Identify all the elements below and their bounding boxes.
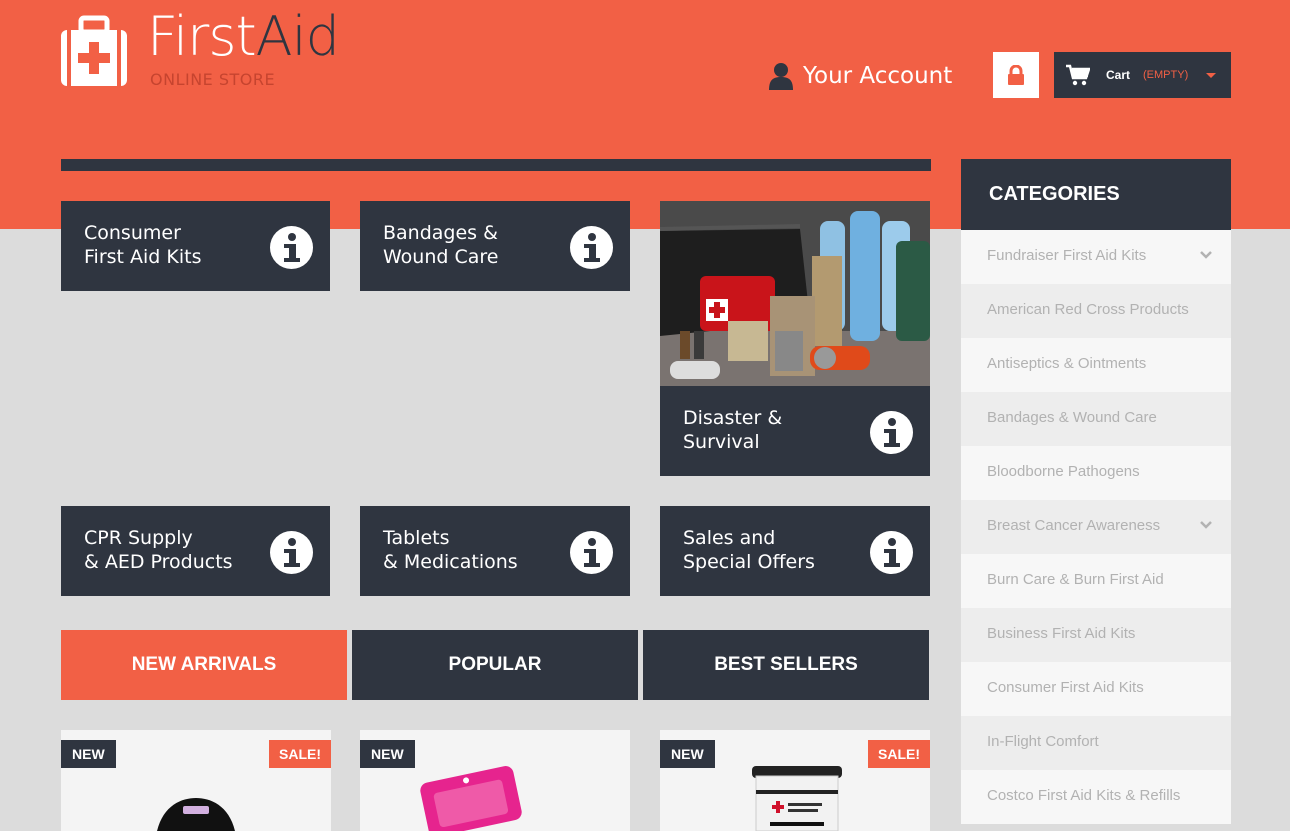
tile-label: Consumer First Aid Kits <box>84 222 202 268</box>
cart-label: Cart <box>1106 68 1131 82</box>
category-label: Fundraiser First Aid Kits <box>987 247 1147 264</box>
category-label: Burn Care & Burn First Aid <box>987 571 1164 588</box>
new-badge: NEW <box>360 740 415 768</box>
logo-title: FirstAid <box>147 5 340 68</box>
tile-tablets-medications[interactable]: Tablets & Medications <box>360 506 630 596</box>
category-item[interactable]: Fundraiser First Aid Kits <box>961 230 1231 284</box>
info-icon <box>870 411 913 454</box>
logo-subtitle: ONLINE STORE <box>150 70 276 89</box>
tile-sales-special-offers[interactable]: Sales and Special Offers <box>660 506 930 596</box>
tab-new-arrivals[interactable]: NEW ARRIVALS <box>61 630 347 700</box>
account-label: Your Account <box>803 63 953 89</box>
shopping-cart-icon <box>1066 64 1090 86</box>
chevron-down-icon[interactable] <box>1200 519 1212 531</box>
category-label: Bandages & Wound Care <box>987 409 1157 426</box>
tile-bandages-wound-care[interactable]: Bandages & Wound Care <box>360 201 630 291</box>
product-image <box>157 798 235 831</box>
sale-badge: SALE! <box>868 740 930 768</box>
info-icon <box>270 226 313 269</box>
chevron-down-icon[interactable] <box>1200 249 1212 261</box>
category-label: Consumer First Aid Kits <box>987 679 1144 696</box>
login-button[interactable] <box>993 52 1039 98</box>
tile-consumer-first-aid-kits[interactable]: Consumer First Aid Kits <box>61 201 330 291</box>
sale-badge: SALE! <box>269 740 331 768</box>
lock-icon <box>1008 65 1024 85</box>
new-badge: NEW <box>61 740 116 768</box>
first-aid-kit-icon <box>61 15 127 86</box>
category-item[interactable]: Consumer First Aid Kits <box>961 662 1231 716</box>
tile-disaster-survival[interactable]: Disaster & Survival <box>660 201 930 476</box>
info-icon <box>870 531 913 574</box>
product-card[interactable]: NEW <box>360 730 630 831</box>
tab-best-sellers[interactable]: BEST SELLERS <box>643 630 929 700</box>
category-item[interactable]: Bandages & Wound Care <box>961 392 1231 446</box>
product-card[interactable]: NEW SALE! <box>61 730 331 831</box>
tile-cpr-supply-aed[interactable]: CPR Supply & AED Products <box>61 506 330 596</box>
store-logo[interactable]: FirstAid ONLINE STORE <box>61 6 361 92</box>
product-card[interactable]: NEW SALE! <box>660 730 930 831</box>
categories-title: CATEGORIES <box>961 159 1231 230</box>
content-top-bar <box>61 159 931 171</box>
tile-label: Tablets & Medications <box>383 527 518 573</box>
user-icon <box>769 63 793 90</box>
categories-list: Fundraiser First Aid Kits American Red C… <box>961 230 1231 824</box>
chevron-down-icon <box>1206 72 1217 78</box>
product-image <box>420 766 522 831</box>
cart-status: (EMPTY) <box>1143 69 1189 81</box>
info-icon <box>570 531 613 574</box>
category-label: Antiseptics & Ointments <box>987 355 1147 372</box>
category-label: Breast Cancer Awareness <box>987 517 1161 534</box>
info-icon <box>570 226 613 269</box>
product-image <box>752 766 842 831</box>
category-item[interactable]: In-Flight Comfort <box>961 716 1231 770</box>
category-item[interactable]: Business First Aid Kits <box>961 608 1231 662</box>
category-item[interactable]: American Red Cross Products <box>961 284 1231 338</box>
category-item[interactable]: Costco First Aid Kits & Refills <box>961 770 1231 824</box>
new-badge: NEW <box>660 740 715 768</box>
category-label: Business First Aid Kits <box>987 625 1136 642</box>
tile-label: Sales and Special Offers <box>683 527 815 573</box>
category-item[interactable]: Breast Cancer Awareness <box>961 500 1231 554</box>
tile-label: Disaster & Survival <box>683 407 783 453</box>
category-item[interactable]: Burn Care & Burn First Aid <box>961 554 1231 608</box>
your-account-link[interactable]: Your Account <box>769 60 952 92</box>
category-label: Bloodborne Pathogens <box>987 463 1140 480</box>
cart-button[interactable]: Cart (EMPTY) <box>1054 52 1231 98</box>
category-label: American Red Cross Products <box>987 301 1189 318</box>
category-label: Costco First Aid Kits & Refills <box>987 787 1181 804</box>
disaster-supplies-image <box>660 201 930 386</box>
tile-label: Bandages & Wound Care <box>383 222 499 268</box>
tile-label: CPR Supply & AED Products <box>84 527 233 573</box>
category-item[interactable]: Bloodborne Pathogens <box>961 446 1231 500</box>
category-label: In-Flight Comfort <box>987 733 1099 750</box>
category-item[interactable]: Antiseptics & Ointments <box>961 338 1231 392</box>
tab-popular[interactable]: POPULAR <box>352 630 638 700</box>
info-icon <box>270 531 313 574</box>
